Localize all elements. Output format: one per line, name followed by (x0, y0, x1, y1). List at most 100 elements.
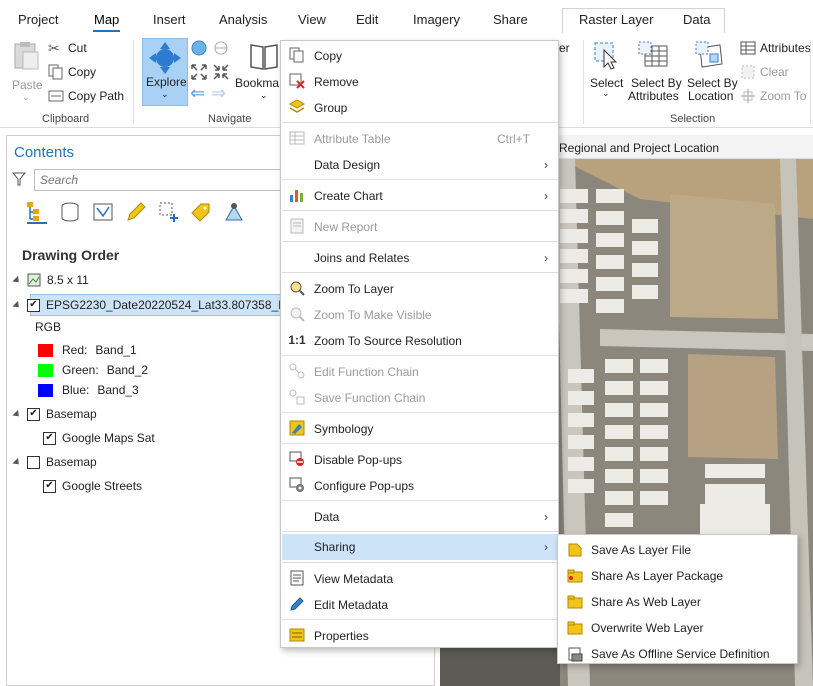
collapse-triangle-icon[interactable] (12, 409, 22, 419)
menu-item-zoom-to-visible[interactable]: Zoom To Make Visible (282, 302, 558, 327)
google-streets-checkbox[interactable]: ✔ (43, 479, 56, 493)
menu-item-remove[interactable]: Remove (282, 69, 558, 94)
cut-label: Cut (68, 41, 87, 55)
basemap-1-checkbox[interactable]: ✔ (27, 407, 40, 421)
divider (133, 40, 134, 124)
tab-map[interactable]: Map (92, 12, 121, 32)
submenu-share-web-layer[interactable]: Share As Web Layer (559, 589, 797, 615)
pencil-icon[interactable] (124, 200, 148, 224)
tab-edit[interactable]: Edit (356, 12, 378, 27)
menu-item-zoom-source-resolution[interactable]: 1:1 Zoom To Source Resolution (282, 328, 558, 353)
tab-share[interactable]: Share (493, 12, 528, 27)
fixed-zoom-icon[interactable] (190, 63, 208, 81)
menu-item-save-function-chain[interactable]: Save Function Chain (282, 385, 558, 410)
attributes-button[interactable]: Attributes (740, 40, 811, 56)
menu-item-symbology[interactable]: Symbology (282, 416, 558, 441)
copy-path-button[interactable]: Copy Path (48, 88, 124, 104)
contents-title: Contents (14, 144, 75, 161)
list-by-drawing-order-icon[interactable] (25, 200, 49, 224)
globe-icon[interactable] (191, 40, 207, 56)
menu-item-label: Sharing (314, 540, 356, 554)
green-swatch[interactable] (38, 363, 53, 377)
google-sat-checkbox[interactable]: ✔ (43, 431, 56, 445)
search-input[interactable] (34, 169, 294, 191)
filter-icon[interactable] (12, 172, 26, 186)
snapping-icon[interactable] (222, 200, 246, 224)
collapse-triangle-icon[interactable] (12, 457, 22, 467)
back-arrow-icon[interactable]: ⇐ (190, 83, 205, 104)
function-chain-icon (289, 363, 305, 379)
menu-item-configure-popups[interactable]: Configure Pop-ups (282, 473, 558, 498)
google-sat-item[interactable]: ✔ Google Maps Sat (43, 428, 155, 448)
menu-item-disable-popups[interactable]: Disable Pop-ups (282, 447, 558, 472)
tab-raster-layer[interactable]: Raster Layer (579, 12, 653, 27)
zoom-to-selection-button[interactable]: Zoom To (740, 88, 806, 104)
configure-popup-icon (289, 477, 304, 492)
basemap-group-1[interactable]: ✔ Basemap (12, 404, 97, 424)
google-streets-label: Google Streets (62, 479, 143, 493)
menu-item-view-metadata[interactable]: View Metadata (282, 566, 558, 591)
chevron-right-icon: › (544, 540, 548, 554)
submenu-share-layer-package[interactable]: Share As Layer Package (559, 563, 797, 589)
forward-arrow-icon[interactable]: ⇒ (211, 83, 226, 104)
paste-button[interactable]: Paste ⌄ (8, 40, 44, 102)
menu-item-label: Data Design (314, 157, 381, 172)
tab-view[interactable]: View (298, 12, 326, 27)
red-band: Band_1 (95, 343, 137, 357)
copy-button[interactable]: Copy (48, 64, 96, 80)
select-by-location-button[interactable]: Select By Location (684, 38, 738, 104)
submenu-save-offline-sd[interactable]: Save As Offline Service Definition (559, 641, 797, 667)
label-tag-icon[interactable] (189, 200, 213, 224)
select-by-attributes-button[interactable]: Select By Attributes (627, 38, 683, 104)
basemap-2-checkbox[interactable] (27, 455, 40, 469)
blue-swatch[interactable] (38, 383, 53, 397)
tab-project[interactable]: Project (18, 12, 58, 27)
menu-item-properties[interactable]: Properties (282, 623, 558, 648)
database-icon[interactable] (58, 200, 82, 224)
menu-item-zoom-to-layer[interactable]: Zoom To Layer (282, 276, 558, 301)
tab-analysis[interactable]: Analysis (219, 12, 267, 27)
collapse-triangle-icon[interactable] (12, 300, 22, 310)
menu-item-data[interactable]: Data › (282, 504, 558, 529)
menu-item-new-report[interactable]: New Report (282, 214, 558, 239)
red-band-row: Red: Band_1 (38, 340, 137, 360)
map-source-icon[interactable] (91, 200, 115, 224)
zoom-full-icon[interactable] (213, 40, 229, 56)
map-view-tab[interactable]: Regional and Project Location (555, 135, 813, 159)
add-selection-icon[interactable] (157, 200, 181, 224)
chevron-down-icon: ⌄ (260, 90, 268, 100)
tab-insert[interactable]: Insert (153, 12, 186, 27)
layer-visibility-checkbox[interactable]: ✔ (27, 298, 40, 312)
menu-divider (282, 500, 558, 501)
clear-button[interactable]: Clear (740, 64, 789, 80)
menu-item-edit-function-chain[interactable]: Edit Function Chain (282, 359, 558, 384)
red-swatch[interactable] (38, 343, 53, 357)
basemap-group-2[interactable]: Basemap (12, 452, 97, 472)
divider (583, 40, 584, 124)
menu-item-joins-relates[interactable]: Joins and Relates › (282, 245, 558, 270)
menu-item-edit-metadata[interactable]: Edit Metadata (282, 592, 558, 617)
menu-item-sharing[interactable]: Sharing › (282, 534, 558, 560)
menu-item-data-design[interactable]: Data Design › (282, 152, 558, 177)
submenu-save-layer-file[interactable]: Save As Layer File (559, 537, 797, 563)
google-streets-item[interactable]: ✔ Google Streets (43, 476, 142, 496)
menu-item-copy[interactable]: Copy (282, 43, 558, 68)
raster-layer-item[interactable]: ✔ EPSG2230_Date20220524_Lat33.807358_Lon… (12, 295, 302, 315)
menu-item-create-chart[interactable]: Create Chart › (282, 183, 558, 208)
tab-imagery[interactable]: Imagery (413, 12, 460, 27)
explore-button[interactable]: Explore ⌄ (142, 38, 188, 106)
map-tree-item[interactable]: 8.5 x 11 (12, 270, 89, 290)
menu-item-label: Edit Function Chain (314, 364, 419, 379)
cut-button[interactable]: ✂ Cut (48, 40, 87, 56)
tab-data[interactable]: Data (683, 12, 710, 27)
bookmarks-button[interactable]: Bookma ⌄ (234, 38, 279, 106)
submenu-overwrite-web-layer[interactable]: Overwrite Web Layer (559, 615, 797, 641)
menu-item-group[interactable]: Group (282, 95, 558, 120)
green-label: Green: (62, 363, 99, 377)
fixed-zoom-out-icon[interactable] (212, 63, 230, 81)
menu-item-attribute-table[interactable]: Attribute Table Ctrl+T (282, 126, 558, 151)
blue-label: Blue: (62, 383, 90, 397)
select-cursor-icon (594, 42, 618, 70)
collapse-triangle-icon[interactable] (12, 275, 22, 285)
select-button[interactable]: Select ⌄ (588, 38, 626, 104)
